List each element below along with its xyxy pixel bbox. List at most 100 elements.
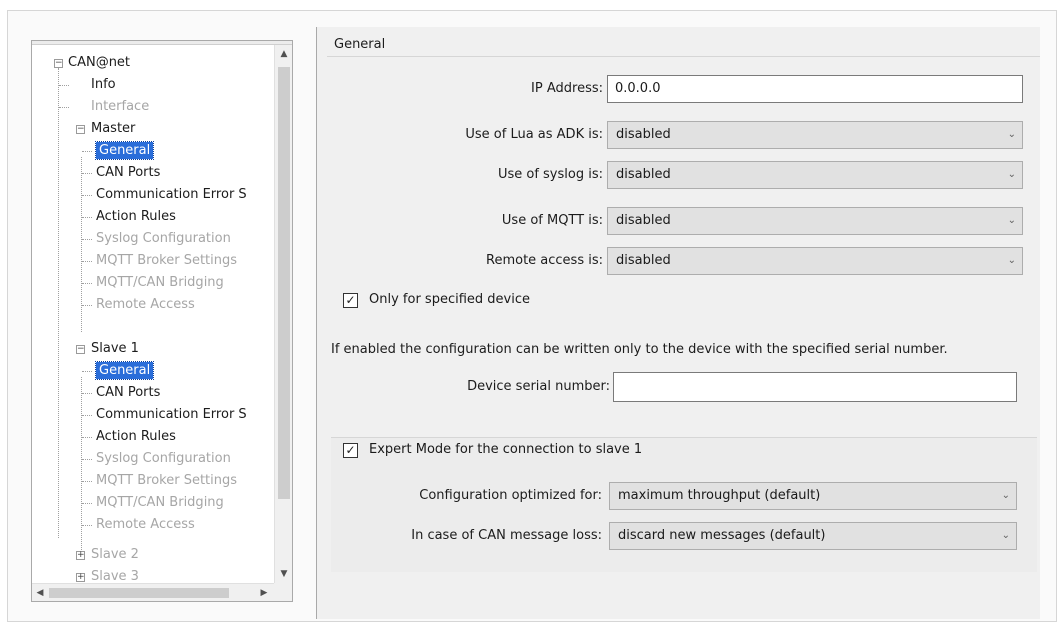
remote-access-select-value: disabled (616, 253, 671, 268)
tree-connector (82, 305, 92, 306)
remote-access-select[interactable]: disabled ⌄ (607, 247, 1023, 275)
only-device-checkbox[interactable]: ✓ (343, 293, 358, 308)
config-optimized-select[interactable]: maximum throughput (default) ⌄ (609, 482, 1017, 510)
only-device-label[interactable]: Only for specified device (369, 292, 530, 307)
tree-item-master-action-rules[interactable]: Action Rules (96, 206, 176, 228)
tree-horizontal-scrollbar[interactable]: ◀ ▶ (32, 583, 274, 601)
chevron-down-icon: ⌄ (1001, 530, 1010, 541)
tree-item-label: Interface (91, 99, 150, 114)
tree-item-label: Remote Access (96, 297, 195, 312)
tree-item-master-general[interactable]: General (94, 140, 155, 162)
scroll-right-icon[interactable]: ▶ (256, 584, 272, 602)
tree-item-label: CAN Ports (96, 385, 161, 400)
collapse-icon[interactable]: − (54, 59, 63, 68)
tree-item-slave-1[interactable]: Slave 1 (91, 338, 139, 360)
tree-vertical-scrollbar[interactable]: ▲ ▼ (274, 45, 292, 583)
tree-item-slave-2[interactable]: Slave 2 (91, 544, 139, 566)
tree-item-slave1-action-rules[interactable]: Action Rules (96, 426, 176, 448)
tree-item-label: MQTT Broker Settings (96, 473, 238, 488)
tree-connector (82, 239, 92, 240)
navigation-tree: − CAN@net Info Interface − Master Genera… (31, 40, 293, 602)
tree-item-master[interactable]: Master (91, 118, 135, 140)
expand-icon[interactable]: + (76, 551, 85, 560)
mqtt-select-value: disabled (616, 213, 671, 228)
lua-select[interactable]: disabled ⌄ (607, 121, 1023, 149)
tree-item-label: MQTT/CAN Bridging (96, 275, 224, 290)
tree-item-interface: Interface (91, 96, 149, 118)
message-loss-label: In case of CAN message loss: (411, 528, 602, 543)
tree-item-slave1-syslog: Syslog Configuration (96, 448, 231, 470)
tree-item-slave1-general[interactable]: General (94, 360, 155, 382)
tree-item-label: Info (91, 77, 116, 92)
tree-viewport: − CAN@net Info Interface − Master Genera… (32, 45, 274, 583)
mqtt-label: Use of MQTT is: (501, 213, 603, 228)
tree-item-label: Slave 2 (91, 547, 139, 562)
tree-connector (82, 503, 92, 504)
tree-item-root[interactable]: CAN@net (68, 52, 130, 74)
remote-access-label: Remote access is: (486, 253, 603, 268)
tree-item-slave1-can-ports[interactable]: CAN Ports (96, 382, 160, 404)
tree-item-label: CAN@net (68, 55, 131, 70)
tree-item-label: Master (91, 121, 136, 136)
tree-connector (82, 525, 92, 526)
scroll-thumb[interactable] (49, 588, 229, 598)
tree-item-label: Communication Error S (96, 407, 247, 422)
tree-connector (82, 283, 92, 284)
tree-connector (59, 85, 69, 86)
tree-connector (82, 371, 92, 372)
serial-number-input[interactable] (613, 372, 1017, 402)
mqtt-select[interactable]: disabled ⌄ (607, 207, 1023, 235)
group-title: General (334, 37, 386, 52)
tree-connector (82, 437, 92, 438)
message-loss-select[interactable]: discard new messages (default) ⌄ (609, 522, 1017, 550)
tree-item-label: MQTT/CAN Bridging (96, 495, 224, 510)
scroll-up-icon[interactable]: ▲ (275, 45, 293, 63)
serial-number-label: Device serial number: (467, 379, 610, 394)
tree-item-master-can-ports[interactable]: CAN Ports (96, 162, 160, 184)
config-optimized-label: Configuration optimized for: (419, 488, 602, 503)
tree-item-label: Slave 3 (91, 569, 139, 583)
scroll-thumb[interactable] (278, 67, 290, 499)
chevron-down-icon: ⌄ (1007, 169, 1016, 180)
expand-icon[interactable]: + (76, 573, 85, 582)
expert-mode-checkbox[interactable]: ✓ (343, 443, 358, 458)
lua-select-value: disabled (616, 127, 671, 142)
tree-item-label: Slave 1 (91, 341, 139, 356)
syslog-label: Use of syslog is: (497, 167, 603, 182)
tree-item-master-mqtt-can: MQTT/CAN Bridging (96, 272, 224, 294)
tree-item-slave1-remote-access: Remote Access (96, 514, 195, 536)
message-loss-value: discard new messages (default) (618, 528, 826, 543)
tree-item-info[interactable]: Info (91, 74, 116, 96)
config-optimized-value: maximum throughput (default) (618, 488, 821, 503)
tree-item-slave-3[interactable]: Slave 3 (91, 566, 139, 583)
tree-item-master-comm-error[interactable]: Communication Error S (96, 184, 247, 206)
syslog-select[interactable]: disabled ⌄ (607, 161, 1023, 189)
tree-item-label: CAN Ports (96, 165, 161, 180)
scroll-left-icon[interactable]: ◀ (32, 584, 48, 602)
tree-connector (82, 151, 92, 152)
group-separator (327, 56, 1040, 57)
tree-connector (82, 481, 92, 482)
ip-address-input[interactable]: 0.0.0.0 (607, 75, 1023, 103)
ip-address-label: IP Address: (531, 81, 603, 96)
scroll-down-icon[interactable]: ▼ (275, 565, 293, 583)
tree-item-label: Action Rules (96, 429, 176, 444)
chevron-down-icon: ⌄ (1007, 215, 1016, 226)
tree-item-slave1-comm-error[interactable]: Communication Error S (96, 404, 247, 426)
tree-connector (59, 107, 69, 108)
collapse-icon[interactable]: − (76, 345, 85, 354)
tree-item-label: Syslog Configuration (96, 231, 231, 246)
tree-connector (82, 173, 92, 174)
tree-item-label: MQTT Broker Settings (96, 253, 238, 268)
collapse-icon[interactable]: − (76, 125, 85, 134)
scrollbar-corner (274, 583, 292, 601)
tree-item-label: Syslog Configuration (96, 451, 231, 466)
chevron-down-icon: ⌄ (1007, 129, 1016, 140)
tree-item-slave1-mqtt-can: MQTT/CAN Bridging (96, 492, 224, 514)
tree-connector (82, 415, 92, 416)
tree-connector (58, 68, 59, 538)
tree-item-label: General (94, 361, 155, 380)
expert-mode-label[interactable]: Expert Mode for the connection to slave … (369, 442, 642, 457)
lua-label: Use of Lua as ADK is: (465, 127, 603, 142)
info-text: If enabled the configuration can be writ… (331, 342, 948, 357)
